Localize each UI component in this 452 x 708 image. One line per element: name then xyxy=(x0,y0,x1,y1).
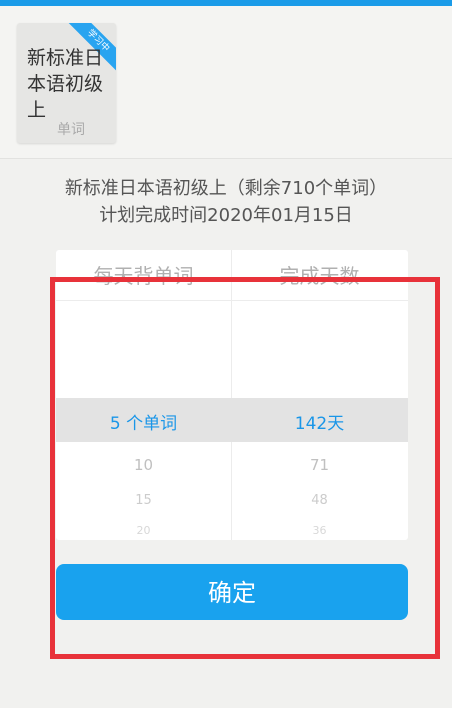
cover-title: 新标准日本语初级上 xyxy=(27,47,104,121)
book-header-panel: 学习中 新标准日本语初级上 单词 xyxy=(0,6,452,159)
highlight-box xyxy=(50,277,440,659)
plan-completion-date: 计划完成时间2020年01月15日 xyxy=(99,205,353,226)
book-cover[interactable]: 学习中 新标准日本语初级上 单词 xyxy=(17,23,116,143)
cover-subtitle: 单词 xyxy=(57,122,85,138)
book-info-title: 新标准日本语初级上（剩余710个单词） xyxy=(64,178,388,199)
